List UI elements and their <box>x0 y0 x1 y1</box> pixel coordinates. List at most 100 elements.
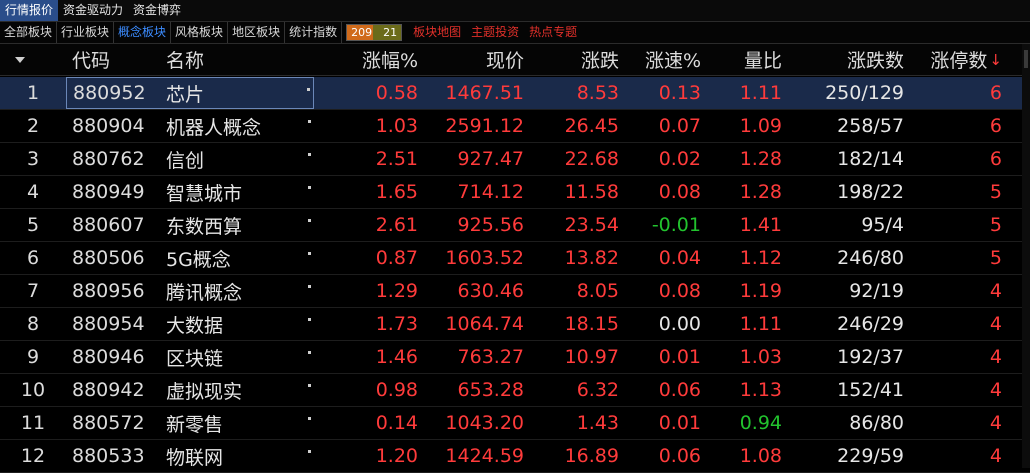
pct-change: 0.14 <box>375 412 418 434</box>
tab-capital-drive[interactable]: 资金驱动力 <box>58 0 128 21</box>
up-down-count: 152/41 <box>837 379 904 401</box>
header-name[interactable]: 名称 <box>162 44 314 75</box>
change-speed: 0.13 <box>658 82 701 104</box>
change-speed: 0.01 <box>658 412 701 434</box>
link-hot-topics[interactable]: 热点专题 <box>524 22 582 43</box>
current-price: 763.27 <box>457 346 524 368</box>
up-down-count: 95/4 <box>861 214 904 236</box>
marker-dot-icon <box>308 153 311 156</box>
price-change: 10.97 <box>564 346 619 368</box>
tab-capital-game[interactable]: 资金博弈 <box>128 0 186 21</box>
change-speed: -0.01 <box>651 214 701 236</box>
row-index: 10 <box>20 379 46 401</box>
sector-code: 880506 <box>72 247 145 269</box>
table-row[interactable]: 10 880942 虚拟现实 0.98 653.28 6.32 0.06 1.13 152/41… <box>0 374 1030 407</box>
current-price: 1467.51 <box>445 82 524 104</box>
column-menu-button[interactable] <box>0 44 66 75</box>
sector-name: 机器人概念 <box>162 110 314 142</box>
current-price: 1043.20 <box>445 412 524 434</box>
up-down-count: 86/80 <box>849 412 904 434</box>
sector-code: 880956 <box>72 280 145 302</box>
marker-dot-icon <box>307 88 310 91</box>
table-row[interactable]: 6 880506 5G概念 0.87 1603.52 13.82 0.04 1.12 246/8… <box>0 242 1030 275</box>
sector-code: 880533 <box>72 445 145 467</box>
volume-ratio: 1.12 <box>739 247 782 269</box>
current-price: 1064.74 <box>445 313 524 335</box>
volume-ratio: 1.41 <box>739 214 782 236</box>
sector-name: 大数据 <box>162 308 314 340</box>
price-change: 26.45 <box>564 115 619 137</box>
table-header: 代码 名称 涨幅% 现价 涨跌 涨速% 量比 涨跌数 涨停数 ↓ <box>0 44 1030 76</box>
limit-up-count: 5 <box>989 181 1002 203</box>
header-volume-ratio[interactable]: 量比 <box>706 44 788 75</box>
up-down-count: 192/37 <box>837 346 904 368</box>
limit-up-count: 4 <box>989 445 1002 467</box>
vertical-scrollbar[interactable] <box>1022 44 1030 468</box>
up-down-count: 246/80 <box>837 247 904 269</box>
table-row[interactable]: 9 880946 区块链 1.46 763.27 10.97 0.01 1.03 192/37 4 <box>0 341 1030 374</box>
header-change[interactable]: 涨跌 <box>530 44 624 75</box>
header-up-down-count[interactable]: 涨跌数 <box>788 44 908 75</box>
sector-code: 880949 <box>72 181 145 203</box>
table-row[interactable]: 7 880956 腾讯概念 1.29 630.46 8.05 0.08 1.19 92/19 4 <box>0 275 1030 308</box>
link-sector-map[interactable]: 板块地图 <box>408 22 466 43</box>
marker-dot-icon <box>308 285 311 288</box>
scrollbar-thumb[interactable] <box>1024 50 1028 68</box>
header-speed[interactable]: 涨速% <box>624 44 706 75</box>
limit-up-count: 4 <box>989 313 1002 335</box>
pct-change: 2.61 <box>375 214 418 236</box>
sector-name: 新零售 <box>162 407 314 439</box>
change-speed: 0.00 <box>658 313 701 335</box>
sector-code: 880904 <box>72 115 145 137</box>
row-index: 9 <box>26 346 40 368</box>
sector-name: 腾讯概念 <box>162 275 314 307</box>
marker-dot-icon <box>308 384 311 387</box>
subtab-concept[interactable]: 概念板块 <box>114 22 172 43</box>
marker-dot-icon <box>308 219 311 222</box>
volume-ratio: 1.28 <box>739 181 782 203</box>
link-theme-invest[interactable]: 主题投资 <box>466 22 524 43</box>
subtab-stat-index[interactable]: 统计指数 <box>285 22 343 43</box>
change-speed: 0.07 <box>658 115 701 137</box>
up-down-count: 198/22 <box>837 181 904 203</box>
header-pct[interactable]: 涨幅% <box>314 44 426 75</box>
sector-quote-table: 代码 名称 涨幅% 现价 涨跌 涨速% 量比 涨跌数 涨停数 ↓ 1 880952… <box>0 44 1030 473</box>
sector-name: 5G概念 <box>162 242 314 274</box>
volume-ratio: 1.13 <box>739 379 782 401</box>
header-code[interactable]: 代码 <box>66 44 162 75</box>
sector-name: 物联网 <box>162 440 314 472</box>
table-row[interactable]: 4 880949 智慧城市 1.65 714.12 11.58 0.08 1.28 198/22… <box>0 176 1030 209</box>
tab-quotes[interactable]: 行情报价 <box>0 0 59 21</box>
marker-dot-icon <box>308 186 311 189</box>
table-row[interactable]: 5 880607 东数西算 2.61 925.56 23.54 -0.01 1.41 95/4 5 <box>0 209 1030 242</box>
row-index: 12 <box>20 445 46 467</box>
sector-name: 智慧城市 <box>162 176 314 208</box>
table-row[interactable]: 2 880904 机器人概念 1.03 2591.12 26.45 0.07 1.09 258/… <box>0 110 1030 143</box>
pct-change: 0.98 <box>375 379 418 401</box>
marker-dot-icon <box>308 252 311 255</box>
header-limit-up[interactable]: 涨停数 ↓ <box>908 44 1008 75</box>
volume-ratio: 1.03 <box>739 346 782 368</box>
subtab-region[interactable]: 地区板块 <box>228 22 286 43</box>
table-row[interactable]: 3 880762 信创 2.51 927.47 22.68 0.02 1.28 182/14 6 <box>0 143 1030 176</box>
sort-desc-arrow-icon: ↓ <box>989 50 1002 69</box>
limit-up-count: 5 <box>989 214 1002 236</box>
up-down-count: 250/129 <box>825 82 904 104</box>
volume-ratio: 1.11 <box>739 82 782 104</box>
row-index: 8 <box>26 313 40 335</box>
subtab-industry[interactable]: 行业板块 <box>57 22 115 43</box>
table-row[interactable]: 12 880533 物联网 1.20 1424.59 16.89 0.06 1.08 229/5… <box>0 440 1030 473</box>
subtab-style[interactable]: 风格板块 <box>171 22 229 43</box>
header-price[interactable]: 现价 <box>426 44 530 75</box>
price-change: 1.43 <box>576 412 619 434</box>
current-price: 1424.59 <box>445 445 524 467</box>
table-row[interactable]: 1 880952 芯片 0.58 1467.51 8.53 0.13 1.11 250/129 6 <box>0 77 1030 110</box>
change-speed: 0.08 <box>658 280 701 302</box>
subtab-all-sectors[interactable]: 全部板块 <box>0 22 58 43</box>
table-row[interactable]: 11 880572 新零售 0.14 1043.20 1.43 0.01 0.94 86/80 4 <box>0 407 1030 440</box>
sector-name: 东数西算 <box>162 209 314 241</box>
sector-name: 虚拟现实 <box>162 374 314 406</box>
limit-up-count: 5 <box>989 247 1002 269</box>
sector-code: 880607 <box>72 214 145 236</box>
table-row[interactable]: 8 880954 大数据 1.73 1064.74 18.15 0.00 1.11 246/29… <box>0 308 1030 341</box>
